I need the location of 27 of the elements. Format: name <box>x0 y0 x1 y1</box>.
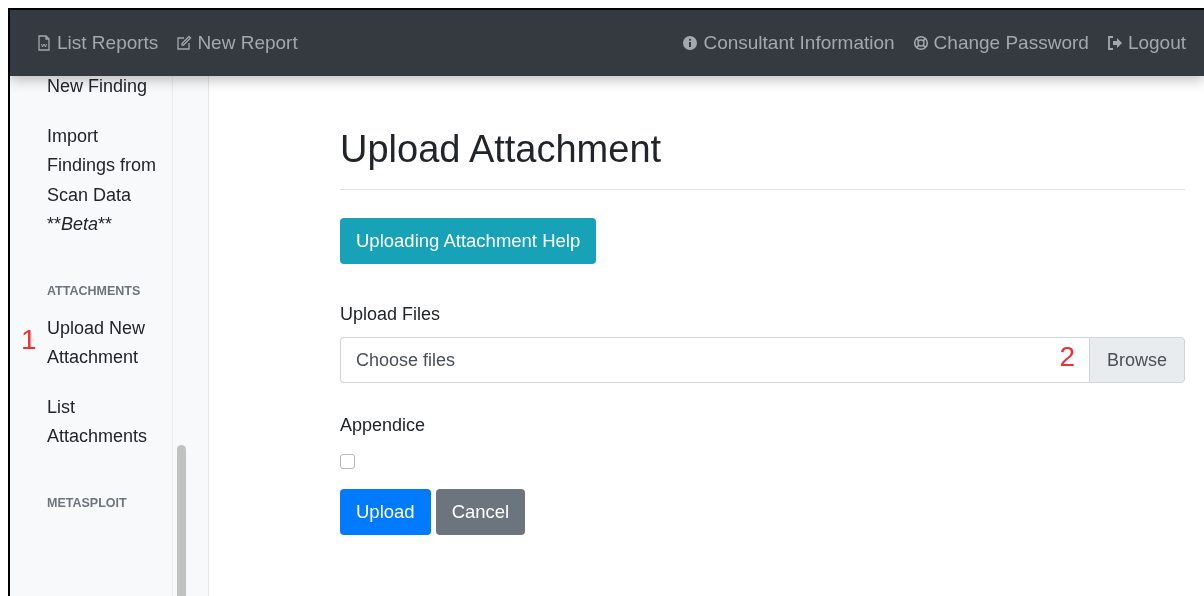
annotation-number: 1 <box>21 323 37 356</box>
nav-link[interactable]: Consultant Information <box>682 32 895 54</box>
sidebar-item[interactable]: List Attachments <box>47 392 158 452</box>
sidebar-item[interactable]: Import Findings from Scan Data **Beta** <box>47 121 158 240</box>
field-label: Appendice <box>340 415 426 436</box>
nav-link[interactable]: Logout <box>1106 32 1186 54</box>
file-icon <box>36 35 52 51</box>
upload-button[interactable]: Upload <box>340 489 431 535</box>
info-icon <box>682 35 699 51</box>
field-label: Upload Files <box>340 304 441 325</box>
scrollbar[interactable] <box>177 445 186 596</box>
nav-link[interactable]: List Reports <box>36 32 159 54</box>
sidebar-heading: METASPLOIT <box>47 495 128 510</box>
nav-link[interactable]: Change Password <box>912 32 1089 54</box>
sidebar-heading: ATTACHMENTS <box>47 283 142 298</box>
checkbox[interactable] <box>340 454 355 469</box>
lifebuoy-icon <box>912 35 929 51</box>
edit-icon <box>176 35 193 51</box>
sign-out-icon <box>1106 35 1123 51</box>
browse-button[interactable]: Browse <box>1089 337 1185 383</box>
page-title: Upload Attachment <box>340 128 662 171</box>
annotation-number: 2 <box>1059 341 1075 373</box>
sidebar-item[interactable]: New Finding <box>47 76 158 102</box>
cancel-button[interactable]: Cancel <box>435 489 526 535</box>
help-button[interactable]: Uploading Attachment Help <box>340 218 597 264</box>
sidebar-item[interactable]: Upload New Attachment <box>47 313 158 373</box>
nav-link[interactable]: New Report <box>176 32 298 54</box>
